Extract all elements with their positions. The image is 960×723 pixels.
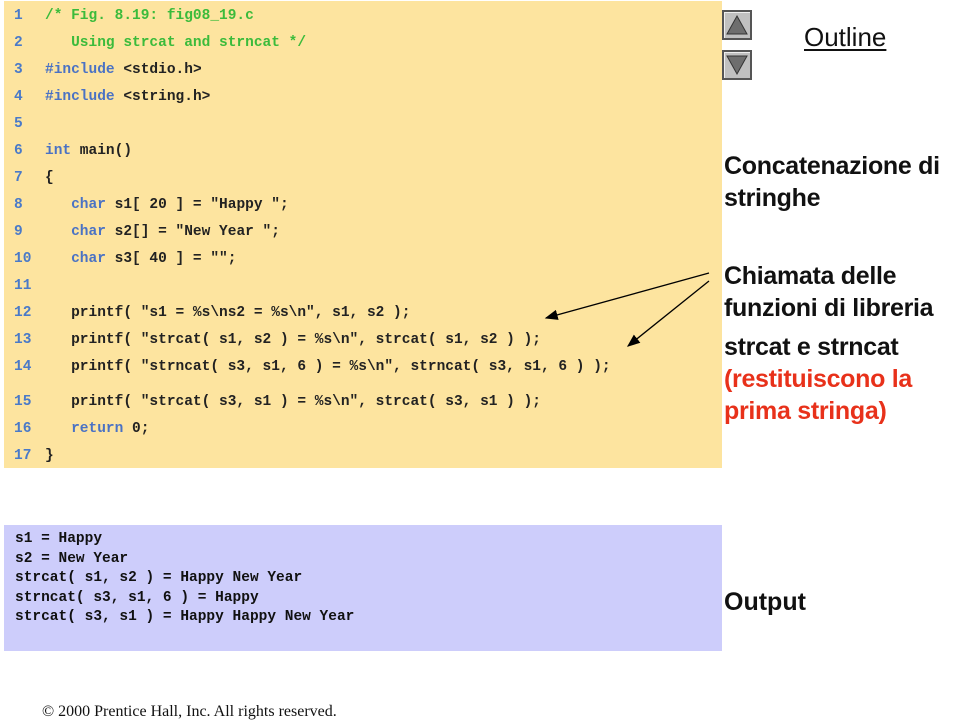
code-text: char s1[ 20 ] = "Happy "; (45, 195, 289, 215)
line-number: 9 (14, 224, 23, 240)
line-number: 3 (14, 62, 23, 78)
code-token: printf( "strcat( s3, s1 ) = %s\n", strca… (45, 394, 541, 410)
code-text: Using strcat and strncat */ (45, 33, 306, 53)
code-line: 17} (4, 446, 722, 466)
code-token: } (45, 448, 54, 464)
previous-slide-button[interactable] (722, 10, 752, 40)
code-keyword: #include (45, 89, 115, 105)
code-listing-panel: 1 /* Fig. 8.19: fig08_19.c 2 Using strcat … (4, 1, 722, 468)
output-line: strcat( s1, s2 ) = Happy New Year (15, 570, 303, 586)
code-token: s3[ 40 ] = ""; (105, 251, 237, 267)
code-token: main() (71, 143, 133, 159)
program-output-panel: s1 = Happy s2 = New Year strcat( s1, s2 ) … (4, 525, 722, 651)
output-line: s1 = Happy (15, 531, 103, 547)
line-number: 1 (14, 8, 23, 24)
code-line: 8 char s1[ 20 ] = "Happy "; (4, 195, 722, 215)
code-token: printf( "strncat( s3, s1, 6 ) = %s\n", s… (45, 359, 611, 375)
note-title-line2: stringhe (724, 184, 821, 212)
code-text: char s3[ 40 ] = ""; (45, 249, 236, 269)
line-number: 15 (14, 394, 32, 410)
code-line: 1 /* Fig. 8.19: fig08_19.c (4, 6, 722, 26)
note-call-line3: strcat e strncat (724, 333, 899, 361)
code-line: 7{ (4, 168, 722, 188)
code-token: s2[] = "New Year "; (105, 224, 280, 240)
note-title-line1: Concatenazione di (724, 152, 940, 180)
output-line: strcat( s3, s1 ) = Happy Happy New Year (15, 609, 355, 625)
code-text: printf( "strncat( s3, s1, 6 ) = %s\n", s… (45, 357, 611, 377)
code-text: #include <stdio.h> (45, 60, 202, 80)
output-label: Output (724, 588, 806, 616)
output-line: s2 = New Year (15, 550, 129, 567)
note-returns-line2: prima stringa) (724, 397, 887, 425)
code-text: /* Fig. 8.19: fig08_19.c (45, 6, 254, 26)
code-keyword: char (71, 251, 106, 267)
code-line: 4 #include <string.h> (4, 87, 722, 107)
note-call-line2: funzioni di libreria (724, 294, 934, 322)
code-comment: Using strcat and strncat */ (45, 35, 307, 51)
code-token: <stdio.h> (114, 62, 202, 78)
line-number: 16 (14, 421, 32, 437)
line-number: 12 (14, 305, 32, 321)
code-keyword: int (45, 143, 72, 159)
code-token: s1[ 20 ] = "Happy "; (105, 197, 289, 213)
line-number: 2 (14, 35, 23, 51)
code-token: { (45, 170, 54, 186)
code-text: { (45, 168, 54, 188)
line-number: 5 (14, 116, 23, 132)
code-comment: /* Fig. 8.19: fig08_19.c (45, 8, 254, 24)
line-number: 11 (14, 278, 32, 294)
line-number: 10 (14, 251, 32, 267)
code-line: 16 return 0; (4, 419, 722, 439)
output-line: strncat( s3, s1, 6 ) = Happy (15, 589, 259, 606)
code-line: 14 printf( "strncat( s3, s1, 6 ) = %s\n"… (4, 357, 722, 377)
triangle-down-icon (726, 55, 748, 76)
code-line: 6 int main() (4, 141, 722, 161)
copyright-footer: © 2000 Prentice Hall, Inc. All rights re… (42, 703, 337, 720)
line-number: 7 (14, 170, 23, 186)
code-line: 13 printf( "strcat( s1, s2 ) = %s\n", st… (4, 330, 722, 350)
code-line: 12 printf( "s1 = %s\ns2 = %s\n", s1, s2 … (4, 303, 722, 323)
code-text: int main() (45, 141, 132, 161)
code-text: #include <string.h> (45, 87, 210, 107)
line-number: 17 (14, 448, 32, 464)
code-line: 9 char s2[] = "New Year "; (4, 222, 722, 242)
code-keyword: #include (45, 62, 115, 78)
code-token: 0; (123, 421, 150, 437)
code-keyword: char (71, 224, 106, 240)
code-keyword: return (71, 421, 124, 437)
code-line: 5 (4, 114, 722, 134)
line-number: 8 (14, 197, 23, 213)
code-line: 15 printf( "strcat( s3, s1 ) = %s\n", st… (4, 392, 722, 412)
line-number: 6 (14, 143, 23, 159)
code-line: 11 (4, 276, 722, 296)
code-text: char s2[] = "New Year "; (45, 222, 280, 242)
code-text: return 0; (45, 419, 149, 439)
triangle-up-icon (726, 14, 748, 35)
next-slide-button[interactable] (722, 50, 752, 80)
code-line: 3 #include <stdio.h> (4, 60, 722, 80)
note-returns-line1: (restituiscono la (724, 365, 912, 393)
outline-link[interactable]: Outline (804, 22, 886, 53)
code-token: printf( "strcat( s1, s2 ) = %s\n", strca… (45, 332, 541, 348)
line-number: 13 (14, 332, 32, 348)
code-text: printf( "strcat( s3, s1 ) = %s\n", strca… (45, 392, 541, 412)
code-line: 10 char s3[ 40 ] = ""; (4, 249, 722, 269)
code-line: 2 Using strcat and strncat */ (4, 33, 722, 53)
line-number: 4 (14, 89, 23, 105)
code-token: printf( "s1 = %s\ns2 = %s\n", s1, s2 ); (45, 305, 411, 321)
code-text: } (45, 446, 54, 466)
note-call-line1: Chiamata delle (724, 262, 897, 290)
code-text: printf( "strcat( s1, s2 ) = %s\n", strca… (45, 330, 541, 350)
code-keyword: char (71, 197, 106, 213)
code-token: <string.h> (114, 89, 211, 105)
line-number: 14 (14, 359, 32, 375)
code-text: printf( "s1 = %s\ns2 = %s\n", s1, s2 ); (45, 303, 410, 323)
